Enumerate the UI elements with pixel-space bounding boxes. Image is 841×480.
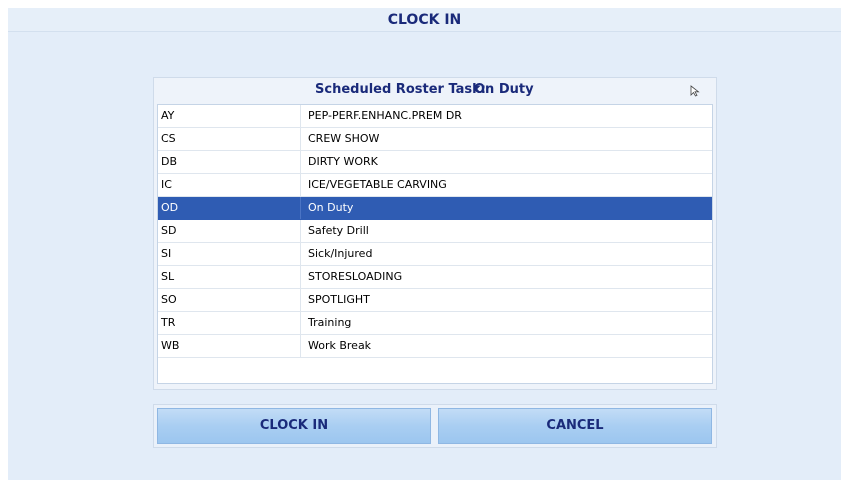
task-list[interactable]: AY PEP-PERF.ENHANC.PREM DR CS CREW SHOW DB DI…: [157, 104, 713, 384]
task-code: CS: [161, 128, 301, 150]
window-title: CLOCK IN: [8, 8, 841, 32]
task-description: CREW SHOW: [308, 132, 380, 145]
clock-in-button[interactable]: CLOCK IN: [157, 408, 431, 444]
task-row[interactable]: AY PEP-PERF.ENHANC.PREM DR: [158, 105, 712, 128]
roster-task-value: On Duty: [474, 82, 534, 97]
task-description: SPOTLIGHT: [308, 293, 370, 306]
button-bar: CLOCK IN CANCEL: [153, 404, 717, 448]
task-row[interactable]: WB Work Break: [158, 335, 712, 358]
task-description: Sick/Injured: [308, 247, 373, 260]
task-row[interactable]: IC ICE/VEGETABLE CARVING: [158, 174, 712, 197]
task-row[interactable]: SO SPOTLIGHT: [158, 289, 712, 312]
roster-task-panel: Scheduled Roster Task: On Duty AY PEP-PER…: [153, 77, 717, 390]
task-description: On Duty: [308, 201, 354, 214]
roster-header: Scheduled Roster Task: On Duty: [154, 78, 716, 102]
task-row[interactable]: CS CREW SHOW: [158, 128, 712, 151]
clock-in-dialog: CLOCK IN Scheduled Roster Task: On Duty …: [8, 8, 841, 480]
task-description: Work Break: [308, 339, 372, 352]
task-row[interactable]: SI Sick/Injured: [158, 243, 712, 266]
task-row[interactable]: TR Training: [158, 312, 712, 335]
task-code: SI: [161, 243, 301, 265]
task-code: OD: [161, 197, 301, 219]
task-code: SD: [161, 220, 301, 242]
task-code: IC: [161, 174, 301, 196]
task-row[interactable]: SL STORESLOADING: [158, 266, 712, 289]
task-description: DIRTY WORK: [308, 155, 378, 168]
task-row[interactable]: SD Safety Drill: [158, 220, 712, 243]
roster-task-label: Scheduled Roster Task:: [315, 82, 486, 97]
task-code: SO: [161, 289, 301, 311]
cancel-button[interactable]: CANCEL: [438, 408, 712, 444]
mouse-pointer-icon: [690, 85, 700, 97]
task-description: STORESLOADING: [308, 270, 403, 283]
task-description: ICE/VEGETABLE CARVING: [308, 178, 447, 191]
task-code: TR: [161, 312, 301, 334]
task-row[interactable]: DB DIRTY WORK: [158, 151, 712, 174]
task-row[interactable]: OD On Duty: [158, 197, 712, 220]
task-code: WB: [161, 335, 301, 357]
task-code: DB: [161, 151, 301, 173]
task-description: Training: [308, 316, 352, 329]
task-description: Safety Drill: [308, 224, 369, 237]
task-description: PEP-PERF.ENHANC.PREM DR: [308, 109, 462, 122]
task-code: AY: [161, 105, 301, 127]
task-code: SL: [161, 266, 301, 288]
